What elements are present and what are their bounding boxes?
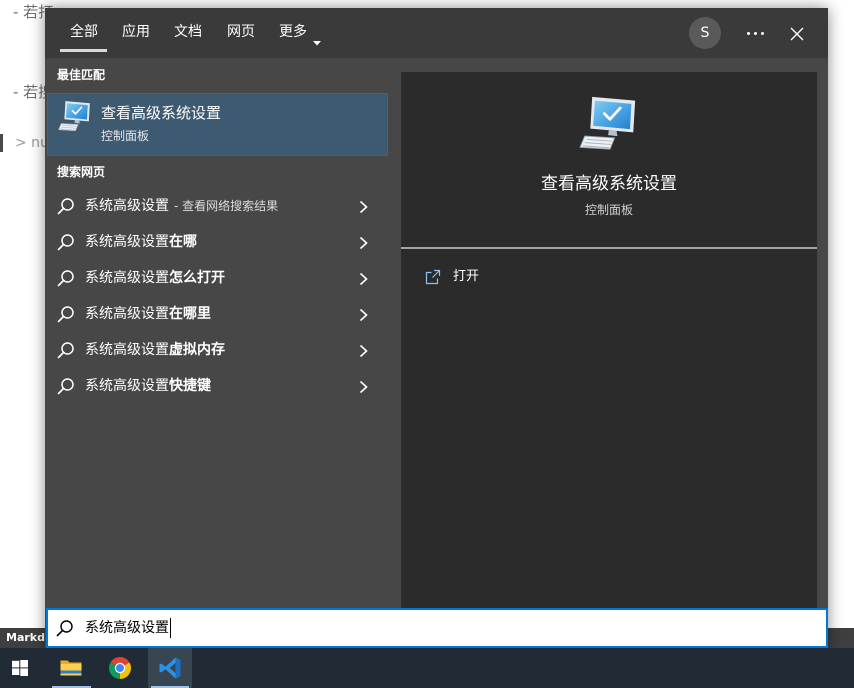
tab-apps[interactable]: 应用 (122, 22, 150, 42)
search-icon (56, 619, 74, 637)
search-icon (57, 197, 75, 215)
best-match-item[interactable]: 查看高级系统设置 控制面板 (47, 93, 388, 156)
preview-title: 查看高级系统设置 (541, 174, 677, 194)
vscode-icon (158, 656, 182, 680)
web-result-query: 系统高级设置 (85, 306, 169, 322)
web-result-text: 系统高级设置 - 查看网络搜索结果 (85, 188, 278, 224)
web-result-query: 系统高级设置 (85, 378, 169, 394)
web-result-text: 系统高级设置快捷键 (85, 368, 211, 404)
web-result-row[interactable]: 系统高级设置快捷键 (47, 368, 388, 404)
web-result-row[interactable]: 系统高级设置在哪 (47, 224, 388, 260)
taskbar-vscode[interactable] (148, 648, 192, 688)
ellipsis-icon[interactable] (745, 30, 767, 36)
search-input-value: 系统高级设置 (85, 620, 169, 636)
web-result-suffix: 在哪里 (169, 306, 211, 322)
web-result-query: 系统高级设置 (85, 198, 169, 214)
search-icon (57, 305, 75, 323)
web-result-query: 系统高级设置 (85, 234, 169, 250)
chrome-icon (108, 656, 132, 680)
chevron-right-icon[interactable] (359, 235, 368, 250)
web-result-row[interactable]: 系统高级设置在哪里 (47, 296, 388, 332)
taskbar (0, 648, 854, 688)
file-explorer-icon (59, 656, 83, 680)
result-preview-pane: 查看高级系统设置 控制面板 打开 (401, 72, 817, 608)
open-action[interactable]: 打开 (417, 262, 617, 292)
web-result-suffix: 怎么打开 (169, 270, 225, 286)
search-input-value-wrap: 系统高级设置 (85, 610, 171, 646)
tab-web[interactable]: 网页 (227, 22, 255, 42)
search-header: 全部 应用 文档 网页 更多 S (45, 8, 828, 58)
open-icon (425, 269, 441, 285)
chevron-right-icon[interactable] (359, 271, 368, 286)
taskbar-chrome[interactable] (98, 648, 143, 688)
selected-tab-indicator (60, 49, 107, 52)
best-match-heading: 最佳匹配 (57, 68, 106, 82)
search-icon (57, 269, 75, 287)
tab-all[interactable]: 全部 (70, 22, 98, 42)
web-result-text: 系统高级设置在哪 (85, 224, 197, 260)
blockquote-bar (0, 134, 3, 152)
tab-more[interactable]: 更多 (279, 22, 307, 42)
account-avatar[interactable]: S (689, 17, 721, 49)
taskbar-file-explorer[interactable] (49, 648, 94, 688)
web-result-suffix: 虚拟内存 (169, 342, 225, 358)
web-result-note: - 查看网络搜索结果 (174, 199, 279, 213)
web-result-suffix: 在哪 (169, 234, 197, 250)
text-cursor (170, 618, 171, 638)
best-match-title: 查看高级系统设置 (101, 104, 222, 122)
web-result-row[interactable]: 系统高级设置虚拟内存 (47, 332, 388, 368)
web-search-heading: 搜索网页 (57, 165, 106, 179)
preview-subtitle: 控制面板 (584, 203, 633, 217)
chevron-right-icon[interactable] (359, 307, 368, 322)
tab-documents[interactable]: 文档 (174, 22, 202, 42)
web-result-query: 系统高级设置 (85, 342, 169, 358)
search-icon (57, 341, 75, 359)
open-action-label: 打开 (453, 269, 480, 284)
chevron-right-icon[interactable] (359, 199, 368, 214)
search-icon (57, 377, 75, 395)
best-match-subtitle: 控制面板 (101, 129, 150, 143)
web-result-row[interactable]: 系统高级设置怎么打开 (47, 260, 388, 296)
windows-start-icon (12, 660, 28, 676)
web-result-text: 系统高级设置虚拟内存 (85, 332, 225, 368)
chevron-down-icon[interactable] (313, 31, 321, 46)
web-result-suffix: 快捷键 (169, 378, 211, 394)
document-line: > nu (15, 135, 49, 151)
preview-divider (401, 247, 817, 249)
chevron-right-icon[interactable] (359, 343, 368, 358)
start-button[interactable] (0, 648, 44, 688)
system-computer-icon (58, 99, 92, 133)
system-computer-icon (579, 95, 639, 151)
search-icon (57, 233, 75, 251)
web-result-text: 系统高级设置怎么打开 (85, 260, 225, 296)
search-input[interactable]: 系统高级设置 (46, 608, 828, 648)
windows-search-panel: 全部 应用 文档 网页 更多 S 最佳匹配 查看高级系统设置 控制面板 搜索网页… (45, 8, 828, 648)
web-result-query: 系统高级设置 (85, 270, 169, 286)
chevron-right-icon[interactable] (359, 379, 368, 394)
web-result-text: 系统高级设置在哪里 (85, 296, 211, 332)
web-result-row[interactable]: 系统高级设置 - 查看网络搜索结果 (47, 188, 388, 224)
close-icon[interactable] (790, 26, 804, 41)
